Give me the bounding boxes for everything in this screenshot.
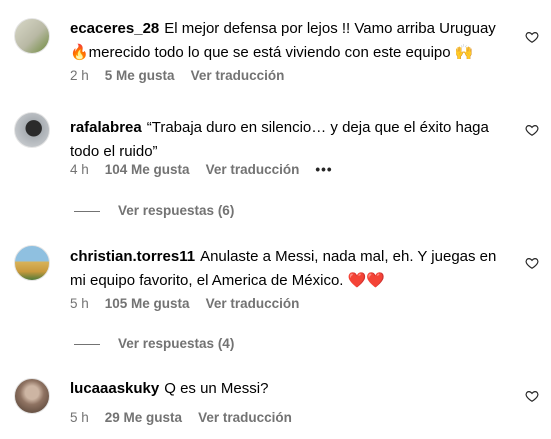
replies-divider [74, 210, 100, 212]
comment-likes[interactable]: 5 Me gusta [105, 68, 175, 83]
avatar[interactable] [14, 378, 50, 414]
view-replies-button[interactable]: Ver respuestas (4) [74, 336, 234, 351]
avatar[interactable] [14, 112, 50, 148]
comment-body: ecaceres_28 El mejor defensa por lejos !!… [70, 17, 510, 65]
comment-time: 5 h [70, 410, 89, 425]
avatar[interactable] [14, 245, 50, 281]
comment-body: christian.torres11 Anulaste a Messi, nada… [70, 245, 510, 293]
avatar[interactable] [14, 18, 50, 54]
comment-username[interactable]: ecaceres_28 [70, 20, 159, 37]
view-replies-label: Ver respuestas (6) [118, 203, 235, 218]
comment-meta: 5 h 105 Me gusta Ver traducción [70, 296, 315, 311]
see-translation-button[interactable]: Ver traducción [206, 162, 300, 177]
see-translation-button[interactable]: Ver traducción [191, 68, 285, 83]
comment-meta: 5 h 29 Me gusta Ver traducción [70, 410, 308, 425]
comment-meta: 2 h 5 Me gusta Ver traducción [70, 68, 300, 83]
comment-text: Q es un Messi? [164, 380, 269, 397]
view-replies-label: Ver respuestas (4) [118, 336, 235, 351]
comment-likes[interactable]: 104 Me gusta [105, 162, 190, 177]
comment-username[interactable]: christian.torres11 [70, 248, 195, 265]
see-translation-button[interactable]: Ver traducción [198, 410, 292, 425]
comment-time: 5 h [70, 296, 89, 311]
like-heart-icon[interactable] [525, 256, 539, 270]
like-heart-icon[interactable] [525, 123, 539, 137]
comment-time: 2 h [70, 68, 89, 83]
comment-username[interactable]: lucaaaskuky [70, 380, 159, 397]
like-heart-icon[interactable] [525, 30, 539, 44]
replies-divider [74, 343, 100, 345]
comment-likes[interactable]: 105 Me gusta [105, 296, 190, 311]
like-heart-icon[interactable] [525, 389, 539, 403]
comment-body: rafalabrea “Trabaja duro en silencio… y d… [70, 116, 510, 164]
comment-meta: 4 h 104 Me gusta Ver traducción ••• [70, 162, 349, 177]
see-translation-button[interactable]: Ver traducción [206, 296, 300, 311]
comment-username[interactable]: rafalabrea [70, 119, 142, 136]
more-options-icon[interactable]: ••• [315, 162, 332, 177]
view-replies-button[interactable]: Ver respuestas (6) [74, 203, 234, 218]
comment-body: lucaaaskuky Q es un Messi? [70, 377, 510, 401]
comment-likes[interactable]: 29 Me gusta [105, 410, 182, 425]
comment-time: 4 h [70, 162, 89, 177]
